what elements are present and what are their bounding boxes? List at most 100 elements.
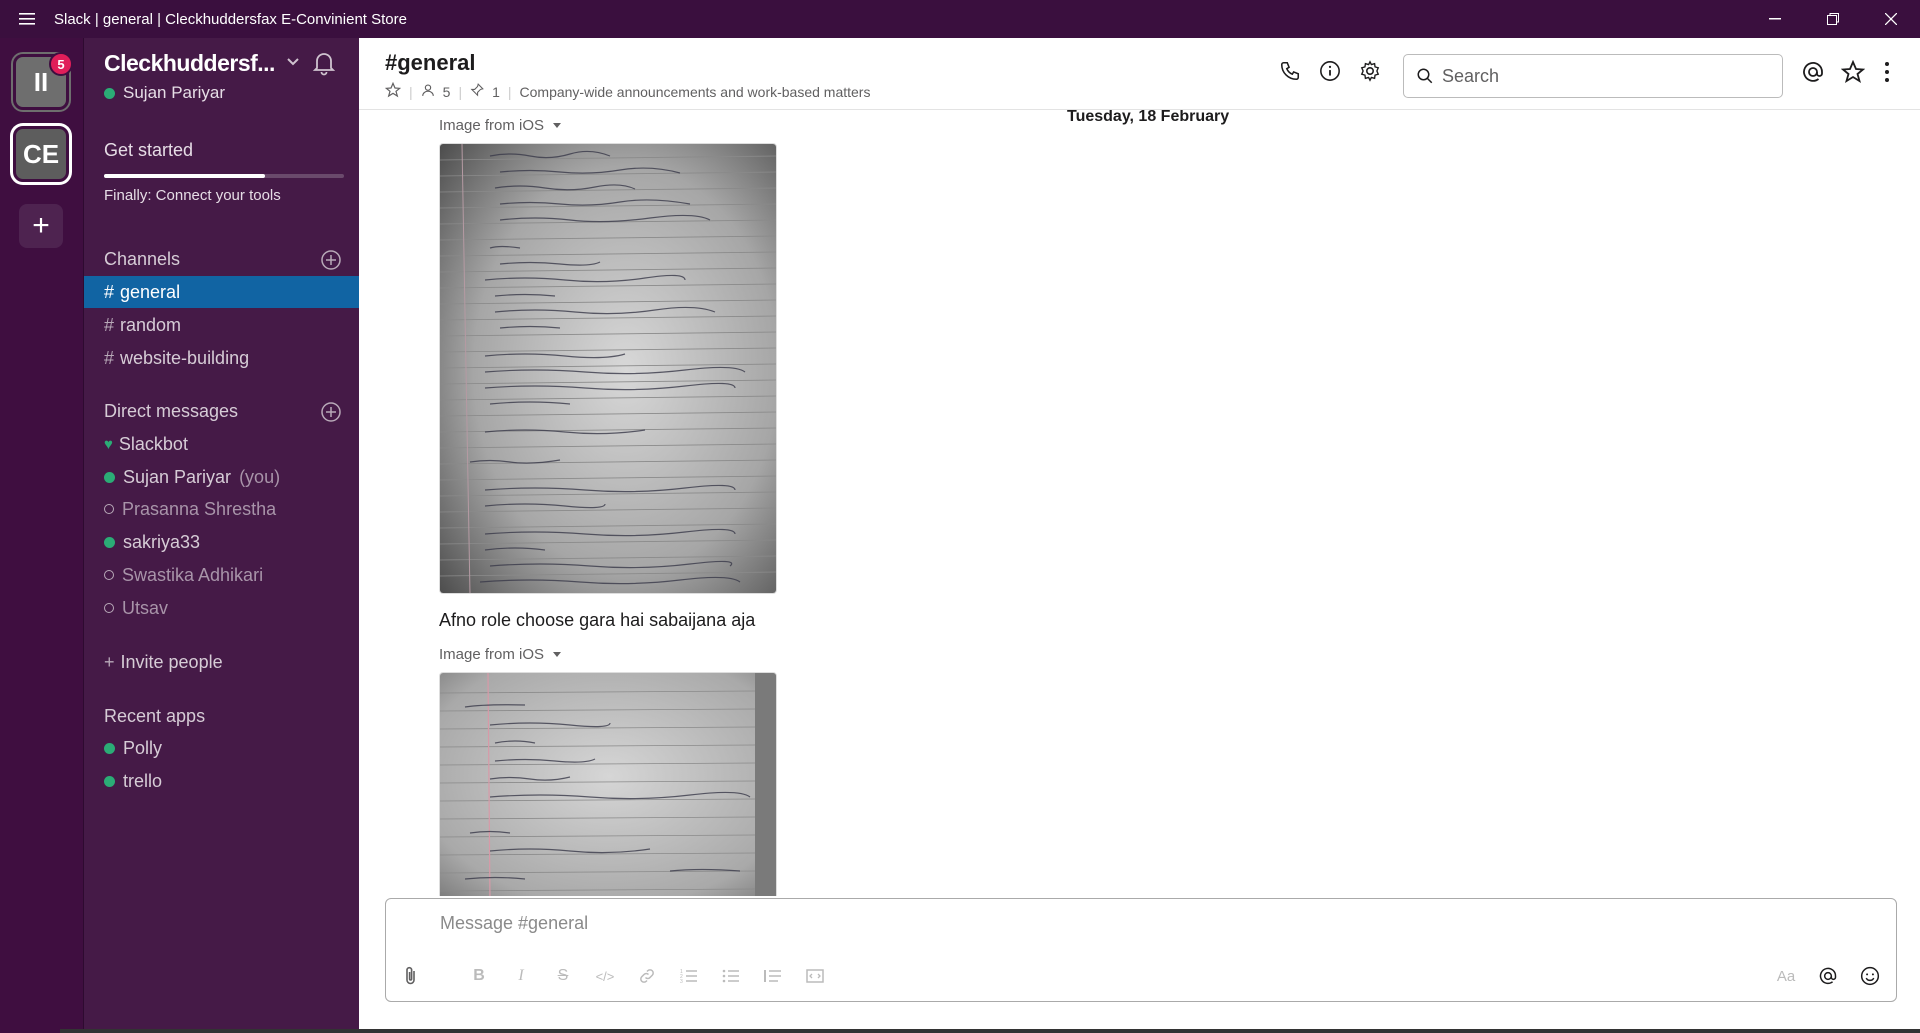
notebook-image-2[interactable]	[439, 672, 777, 896]
bold-icon[interactable]: B	[468, 965, 490, 987]
svg-text:3: 3	[680, 979, 683, 984]
code-block-icon[interactable]	[804, 965, 826, 987]
dm-item-swastika-adhikari[interactable]: Swastika Adhikari	[84, 559, 359, 591]
you-suffix: (you)	[239, 466, 281, 487]
pin-icon[interactable]	[470, 83, 484, 100]
formatting-toggle[interactable]: Aa	[1774, 965, 1798, 987]
channel-label: general	[120, 281, 181, 302]
online-status-icon	[104, 471, 115, 483]
dm-label: Prasanna Shrestha	[122, 498, 277, 519]
channel-item-random[interactable]: # random	[84, 309, 359, 341]
gear-icon[interactable]	[1359, 60, 1381, 87]
dm-item-sujan-pariyar[interactable]: Sujan Pariyar (you)	[84, 461, 359, 493]
channel-topic[interactable]: Company-wide announcements and work-base…	[520, 84, 871, 100]
direct-messages-header[interactable]: Direct messages	[104, 401, 238, 422]
notebook-photo-1	[440, 144, 776, 593]
bell-icon[interactable]	[312, 50, 336, 81]
image-label-text: Image from iOS	[439, 117, 545, 134]
ordered-list-icon[interactable]: 123	[678, 965, 700, 987]
phone-icon[interactable]	[1279, 60, 1301, 87]
pin-count[interactable]: 1	[492, 84, 500, 100]
more-options-icon[interactable]	[1883, 60, 1891, 89]
dm-item-sakriya33[interactable]: sakriya33	[84, 526, 359, 558]
notebook-photo-2	[440, 673, 776, 896]
info-icon[interactable]	[1319, 60, 1341, 87]
members-icon[interactable]	[421, 83, 435, 100]
invite-people-link[interactable]: + Invite people	[84, 646, 359, 678]
message-composer[interactable]: Message #general B I S </> 123 Aa	[385, 898, 1897, 1002]
channel-item-website-building[interactable]: # website-building	[84, 342, 359, 374]
add-dm-icon[interactable]	[320, 401, 342, 423]
dm-label: sakriya33	[123, 531, 201, 552]
mentions-icon[interactable]	[1801, 60, 1825, 89]
message-input[interactable]: Message #general	[440, 913, 588, 934]
notebook-image-1[interactable]	[439, 143, 777, 594]
image-label-1[interactable]: Image from iOS	[439, 117, 562, 134]
starred-items-icon[interactable]	[1840, 59, 1866, 89]
bullet-list-icon[interactable]	[720, 965, 742, 987]
add-channel-icon[interactable]	[320, 249, 342, 271]
emoji-icon[interactable]	[1858, 965, 1882, 987]
plus-icon: +	[104, 651, 115, 672]
hash-icon: #	[104, 281, 115, 302]
dm-label: Swastika Adhikari	[122, 564, 264, 585]
online-status-icon	[104, 87, 115, 99]
date-divider[interactable]: Tuesday, 18 February	[1049, 110, 1248, 132]
mention-icon[interactable]	[1816, 965, 1840, 987]
channel-header: #general | 5 | 1 | Company-wide announce…	[359, 38, 1920, 110]
online-status-icon	[104, 775, 115, 787]
hamburger-menu-icon[interactable]	[0, 0, 54, 38]
attach-icon[interactable]	[400, 965, 422, 987]
search-input[interactable]: Search	[1403, 54, 1783, 98]
channel-title[interactable]: #general	[385, 50, 476, 76]
app-item-polly[interactable]: Polly	[84, 732, 359, 764]
dm-label: Utsav	[122, 597, 169, 618]
channels-header[interactable]: Channels	[104, 249, 180, 270]
dm-item-prasanna-shrestha[interactable]: Prasanna Shrestha	[84, 493, 359, 525]
minimize-icon[interactable]	[1746, 0, 1804, 38]
workspace-name[interactable]: Cleckhuddersf...	[104, 50, 275, 77]
channel-item-general[interactable]: # general	[84, 276, 359, 308]
image-label-2[interactable]: Image from iOS	[439, 646, 562, 663]
member-count[interactable]: 5	[443, 84, 451, 100]
workspace-2-initials: CE	[22, 138, 60, 169]
caret-down-icon	[553, 122, 562, 128]
away-status-icon	[104, 570, 114, 580]
strikethrough-icon[interactable]: S	[552, 965, 574, 987]
composer-toolbar: B I S </> 123	[400, 965, 826, 987]
dm-item-slackbot[interactable]: ♥ Slackbot	[84, 428, 359, 460]
away-status-icon	[104, 603, 114, 613]
away-status-icon	[104, 504, 114, 514]
workspace-1-initials: II	[33, 66, 49, 97]
taskbar-strip	[60, 1029, 1920, 1033]
link-icon[interactable]	[636, 965, 658, 987]
current-user[interactable]: Sujan Pariyar	[104, 83, 225, 103]
dm-label: Sujan Pariyar	[123, 466, 232, 487]
code-icon[interactable]: </>	[594, 965, 616, 987]
add-workspace-button[interactable]: +	[19, 204, 63, 248]
close-window-icon[interactable]	[1862, 0, 1920, 38]
recent-apps-header[interactable]: Recent apps	[104, 706, 205, 727]
onboarding-hint: Finally: Connect your tools	[104, 187, 281, 204]
sidebar: Cleckhuddersf... Sujan Pariyar Get start…	[84, 38, 359, 1033]
app-item-trello[interactable]: trello	[84, 765, 359, 797]
get-started-link[interactable]: Get started	[104, 140, 193, 161]
italic-icon[interactable]: I	[510, 965, 532, 987]
workspace-1-badge: 5	[49, 52, 73, 76]
heart-icon: ♥	[104, 435, 113, 453]
blockquote-icon[interactable]	[762, 965, 784, 987]
workspace-switcher-2[interactable]: CE	[13, 126, 69, 182]
hash-icon: #	[104, 347, 115, 368]
restore-icon[interactable]	[1804, 0, 1862, 38]
get-started-progress	[104, 174, 344, 178]
dm-label: Slackbot	[118, 433, 188, 454]
dm-item-utsav[interactable]: Utsav	[84, 592, 359, 624]
channel-label: website-building	[120, 347, 250, 368]
channel-meta: | 5 | 1 | Company-wide announcements and…	[384, 81, 871, 101]
channel-label: random	[120, 314, 182, 335]
star-icon[interactable]	[384, 81, 402, 101]
invite-label: Invite people	[120, 651, 223, 672]
workspace-rail: II 5 CE +	[0, 38, 84, 1033]
current-user-name: Sujan Pariyar	[123, 83, 226, 102]
chevron-down-icon[interactable]	[286, 54, 300, 72]
